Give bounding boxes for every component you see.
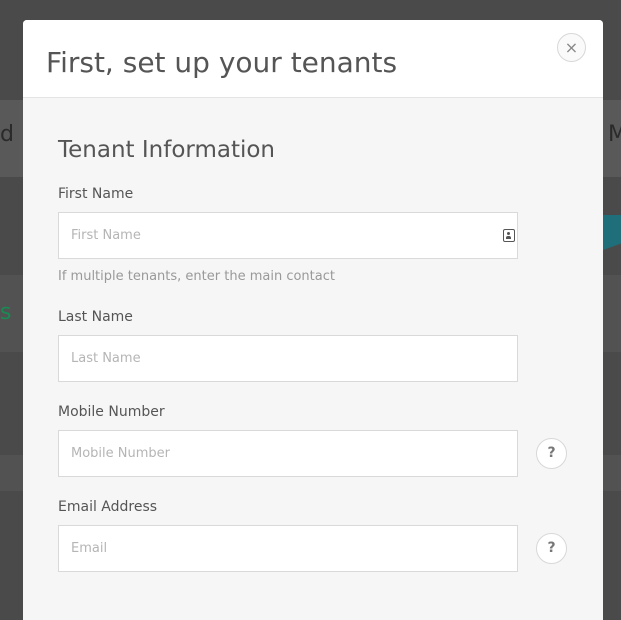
last-name-label: Last Name [58, 309, 133, 325]
modal-title: First, set up your tenants [46, 46, 398, 79]
question-mark-icon: ? [547, 540, 556, 556]
first-name-label: First Name [58, 186, 134, 202]
mobile-number-input[interactable] [58, 430, 518, 477]
tenant-setup-modal: First, set up your tenants × Tenant Info… [23, 20, 603, 620]
modal-header: First, set up your tenants × [23, 20, 603, 98]
background-text-fragment-right: M [608, 122, 621, 147]
close-icon: × [564, 38, 579, 57]
email-address-label: Email Address [58, 499, 158, 515]
mobile-number-label: Mobile Number [58, 404, 165, 420]
mobile-number-help-button[interactable]: ? [536, 438, 567, 469]
close-button[interactable]: × [557, 33, 586, 62]
background-text-fragment-left: d [0, 122, 14, 147]
question-mark-icon: ? [547, 445, 556, 461]
background-teal-shape [603, 215, 621, 295]
first-name-input[interactable] [58, 212, 518, 259]
contact-card-icon[interactable] [503, 229, 515, 242]
email-help-button[interactable]: ? [536, 533, 567, 564]
last-name-input[interactable] [58, 335, 518, 382]
section-title-tenant-information: Tenant Information [58, 137, 276, 163]
background-text-fragment-green: s [0, 300, 12, 325]
email-input[interactable] [58, 525, 518, 572]
first-name-help-text: If multiple tenants, enter the main cont… [58, 269, 335, 284]
